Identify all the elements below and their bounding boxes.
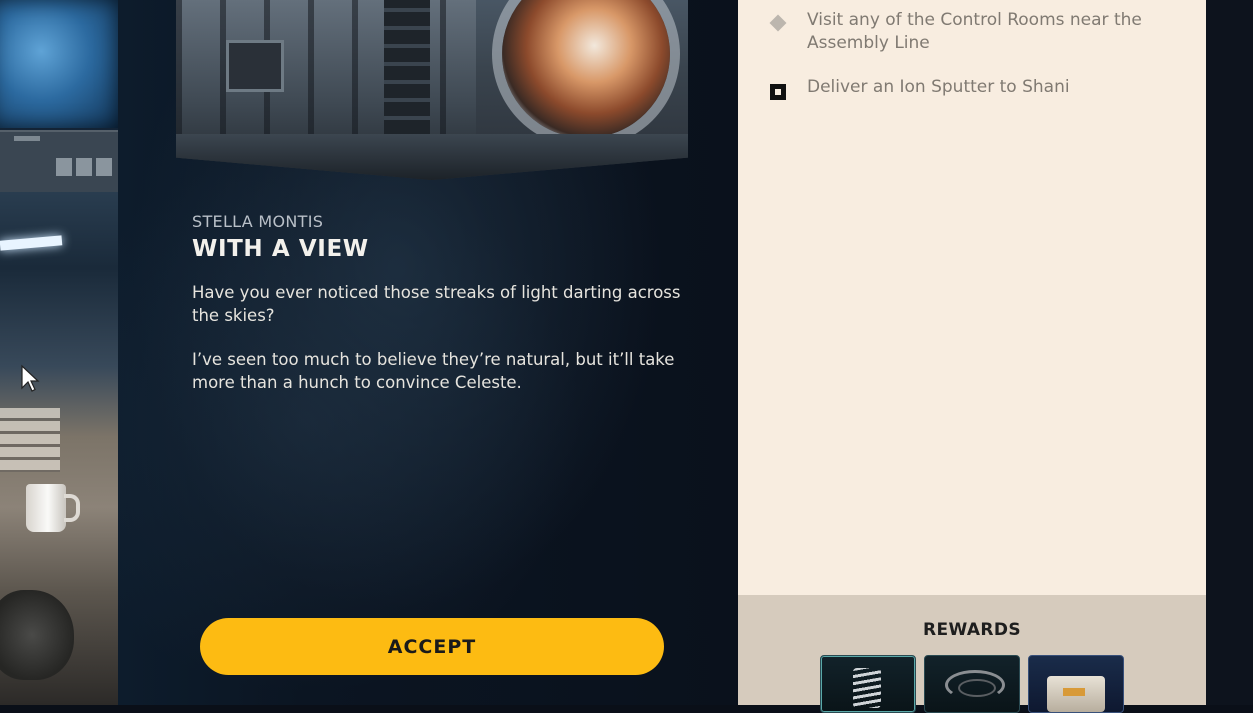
accept-button[interactable]: ACCEPT — [200, 618, 664, 675]
reward-slot[interactable] — [1028, 655, 1124, 713]
background-scene — [0, 0, 118, 705]
crate-icon — [1047, 676, 1105, 712]
reward-slot[interactable] — [924, 655, 1020, 713]
right-edge-background — [1206, 0, 1253, 705]
description-paragraph: I’ve seen too much to believe they’re na… — [192, 350, 675, 392]
background-light-strip — [0, 235, 63, 251]
objectives-panel: Visit any of the Control Rooms near the … — [738, 0, 1206, 595]
background-glove — [0, 590, 74, 680]
background-books — [0, 408, 60, 472]
device-buttons — [56, 158, 114, 176]
diamond-icon — [769, 14, 787, 32]
background-mug — [26, 484, 80, 532]
mission-title: WITH A VIEW — [192, 236, 369, 262]
reward-slot[interactable] — [820, 655, 916, 713]
rewards-title: REWARDS — [922, 620, 1022, 640]
background-monitor-screen — [0, 0, 118, 128]
rewards-panel: REWARDS — [738, 595, 1206, 713]
mission-image — [176, 0, 688, 180]
description-paragraph: Have you ever noticed those streaks of l… — [192, 283, 681, 325]
image-floor — [176, 134, 688, 180]
background-device-panel — [0, 130, 118, 192]
objective-text: Deliver an Ion Sputter to Shani — [807, 77, 1070, 97]
mission-panel: STELLA MONTIS WITH A VIEW Have you ever … — [118, 0, 738, 705]
mission-description: Have you ever noticed those streaks of l… — [192, 282, 682, 416]
device-label — [14, 136, 40, 141]
cable-icon — [945, 670, 1005, 700]
spring-icon — [853, 668, 881, 708]
mission-location: STELLA MONTIS — [192, 212, 324, 231]
objective-text: Visit any of the Control Rooms near the … — [807, 10, 1142, 53]
image-machine-drum — [502, 0, 670, 138]
checkbox-icon — [770, 84, 786, 100]
image-window — [226, 40, 284, 92]
